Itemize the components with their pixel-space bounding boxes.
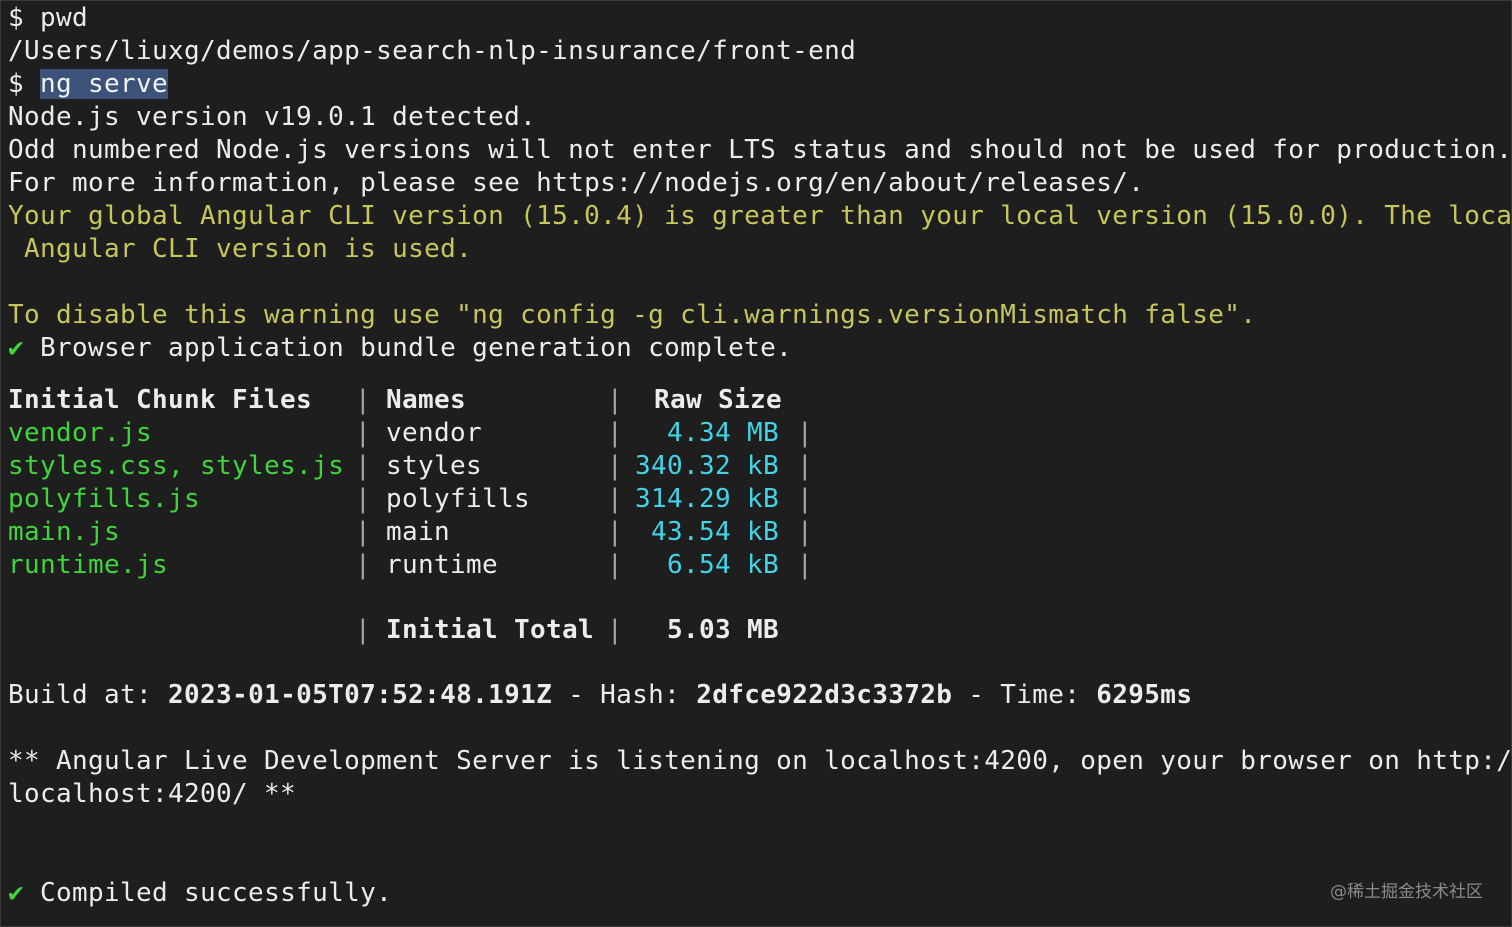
- build-separator: -: [952, 680, 1001, 710]
- row-size: 4.34 MB: [666, 418, 779, 448]
- output-compiled: ✔ Compiled successfully.: [8, 877, 392, 910]
- output-node-detected: Node.js version v19.0.1 detected.: [8, 102, 537, 132]
- warning-cli-version-1: Your global Angular CLI version (15.0.4)…: [8, 201, 1512, 231]
- column-separator: |: [607, 418, 624, 448]
- prompt-symbol: $: [8, 69, 41, 99]
- column-separator: |: [797, 451, 814, 481]
- column-separator: |: [607, 385, 624, 415]
- column-separator: |: [355, 451, 372, 481]
- compiled-text: Compiled successfully.: [24, 878, 393, 908]
- selected-command-text[interactable]: ng serve: [40, 69, 169, 99]
- terminal-window[interactable]: $ pwd /Users/liuxg/demos/app-search-nlp-…: [0, 0, 1512, 927]
- row-file: runtime.js: [8, 550, 169, 580]
- column-separator: |: [797, 517, 814, 547]
- row-size: 43.54 kB: [650, 517, 779, 547]
- server-listening-1: ** Angular Live Development Server is li…: [8, 746, 1512, 776]
- header-raw-size: Raw Size: [654, 385, 783, 415]
- row-name: main: [386, 517, 451, 547]
- row-size: 340.32 kB: [634, 451, 779, 481]
- column-separator: |: [355, 385, 372, 415]
- hash-label: Hash:: [600, 680, 697, 710]
- output-cwd: /Users/liuxg/demos/app-search-nlp-insura…: [8, 36, 857, 66]
- hash-value: 2dfce922d3c3372b: [696, 680, 953, 710]
- warning-cli-version-2: Angular CLI version is used.: [8, 234, 473, 264]
- build-at-value: 2023-01-05T07:52:48.191Z: [168, 680, 553, 710]
- column-separator: |: [607, 451, 624, 481]
- header-initial-chunk-files: Initial Chunk Files: [8, 385, 313, 415]
- build-separator: -: [552, 680, 601, 710]
- column-separator: |: [355, 418, 372, 448]
- column-separator: |: [607, 615, 624, 645]
- row-size: 314.29 kB: [634, 484, 779, 514]
- row-name: polyfills: [386, 484, 531, 514]
- column-separator: |: [607, 550, 624, 580]
- row-file: polyfills.js: [8, 484, 201, 514]
- output-bundle-complete: ✔ Browser application bundle generation …: [8, 332, 792, 365]
- build-info-line: Build at: 2023-01-05T07:52:48.191Z - Has…: [8, 679, 1192, 712]
- command-text: pwd: [40, 3, 89, 33]
- row-name: vendor: [386, 418, 483, 448]
- column-separator: |: [355, 484, 372, 514]
- column-separator: |: [607, 517, 624, 547]
- output-node-odd: Odd numbered Node.js versions will not e…: [8, 135, 1512, 165]
- server-listening-2: localhost:4200/ **: [8, 779, 297, 809]
- bundle-complete-text: Browser application bundle generation co…: [24, 333, 793, 363]
- column-separator: |: [797, 484, 814, 514]
- row-file: styles.css, styles.js: [8, 451, 345, 481]
- prompt-line-serve: $ ng serve: [8, 68, 169, 101]
- column-separator: |: [797, 550, 814, 580]
- row-file: main.js: [8, 517, 121, 547]
- total-label: Initial Total: [386, 615, 595, 645]
- header-names: Names: [386, 385, 467, 415]
- row-name: styles: [386, 451, 483, 481]
- prompt-symbol: $: [8, 3, 41, 33]
- column-separator: |: [355, 550, 372, 580]
- column-separator: |: [797, 418, 814, 448]
- total-value: 5.03 MB: [666, 615, 779, 645]
- check-icon: ✔: [8, 333, 25, 363]
- column-separator: |: [607, 484, 624, 514]
- build-at-label: Build at:: [8, 680, 169, 710]
- output-node-more: For more information, please see https:/…: [8, 168, 1145, 198]
- prompt-line-pwd: $ pwd: [8, 2, 88, 35]
- watermark: @稀土掘金技术社区: [1330, 882, 1483, 902]
- row-name: runtime: [386, 550, 499, 580]
- column-separator: |: [355, 615, 372, 645]
- time-label: Time:: [1000, 680, 1097, 710]
- check-icon: ✔: [8, 878, 25, 908]
- column-separator: |: [355, 517, 372, 547]
- row-size: 6.54 kB: [666, 550, 779, 580]
- time-value: 6295ms: [1096, 680, 1193, 710]
- row-file: vendor.js: [8, 418, 153, 448]
- warning-cli-disable: To disable this warning use "ng config -…: [8, 300, 1257, 330]
